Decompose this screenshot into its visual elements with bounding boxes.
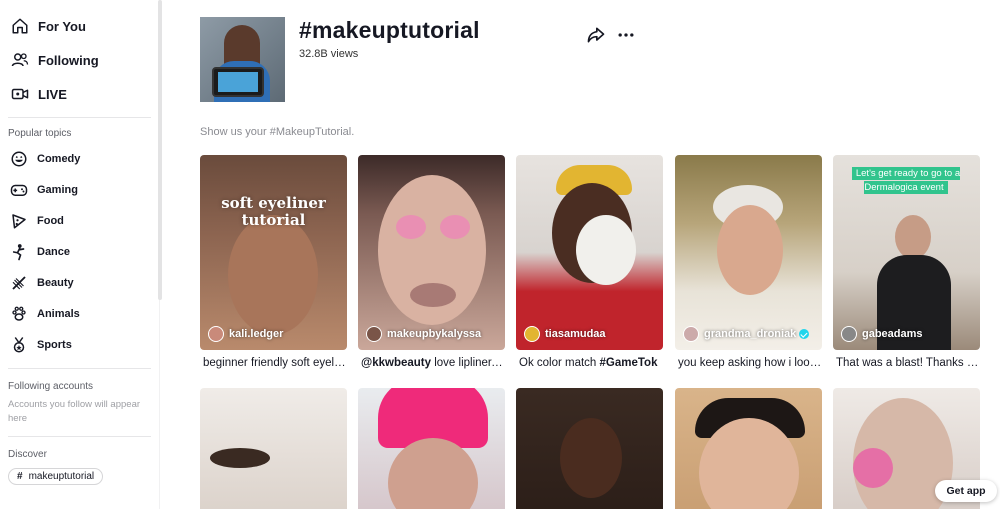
video-author: kali.ledger xyxy=(208,326,283,342)
page-title: #makeuptutorial xyxy=(299,17,480,43)
author-name: kali.ledger xyxy=(229,328,284,340)
video-card[interactable] xyxy=(516,388,663,509)
video-card[interactable] xyxy=(358,388,505,509)
video-card[interactable]: tiasamudaa Ok color match #GameTok xyxy=(516,155,663,369)
video-thumbnail[interactable] xyxy=(516,388,663,509)
more-options-icon[interactable] xyxy=(616,25,636,45)
verified-badge-icon xyxy=(799,329,810,339)
nav-for-you[interactable]: For You xyxy=(0,9,159,43)
dance-icon xyxy=(9,242,29,262)
popular-topics-title: Popular topics xyxy=(8,128,72,139)
nav-following[interactable]: Following xyxy=(0,43,159,77)
hashtag-cover-image xyxy=(200,17,285,102)
video-caption: you keep asking how i look so good xyxy=(678,357,822,369)
topic-label: Sports xyxy=(37,338,72,351)
topic-beauty[interactable]: Beauty xyxy=(0,267,159,298)
sidebar-scrollbar[interactable] xyxy=(158,0,162,300)
author-name: grandma_droniak xyxy=(704,328,797,340)
nav-live[interactable]: LIVE xyxy=(0,77,159,111)
food-icon xyxy=(9,211,29,231)
nav-label: LIVE xyxy=(38,86,67,102)
sidebar: For You Following LIVE Popular topics Co… xyxy=(0,0,160,509)
video-thumbnail[interactable] xyxy=(358,388,505,509)
avatar xyxy=(524,326,540,342)
avatar xyxy=(366,326,382,342)
video-card[interactable] xyxy=(675,388,822,509)
topic-label: Dance xyxy=(37,245,71,258)
video-thumbnail[interactable]: makeupbykalyssa xyxy=(358,155,505,350)
topic-label: Animals xyxy=(37,307,80,320)
video-author: tiasamudaa xyxy=(524,326,606,342)
get-app-button[interactable]: Get app xyxy=(935,480,997,502)
avatar xyxy=(841,326,857,342)
view-count: 32.8B views xyxy=(299,48,359,60)
video-card[interactable] xyxy=(200,388,347,509)
video-thumbnail[interactable] xyxy=(675,388,822,509)
animals-icon xyxy=(9,304,29,324)
discover-tag-label: makeuptutorial xyxy=(28,471,95,482)
share-icon[interactable] xyxy=(586,25,606,45)
author-name: makeupbykalyssa xyxy=(387,328,482,340)
video-thumbnail[interactable]: soft eyeliner tutorial kali.ledger xyxy=(200,155,347,350)
live-icon xyxy=(10,84,30,104)
video-caption: Ok color match #GameTok xyxy=(519,357,658,369)
topic-food[interactable]: Food xyxy=(0,205,159,236)
topic-dance[interactable]: Dance xyxy=(0,236,159,267)
discover-tag-chip[interactable]: # makeuptutorial xyxy=(8,468,104,485)
topic-label: Gaming xyxy=(37,183,78,196)
hashtag-description: Show us your #MakeupTutorial. xyxy=(200,126,355,138)
video-card[interactable]: Let's get ready to go to a Dermalogica e… xyxy=(833,155,980,369)
topic-label: Food xyxy=(37,214,64,227)
gaming-icon xyxy=(9,180,29,200)
topic-label: Comedy xyxy=(37,152,81,165)
video-caption: @kkwbeauty love lipliner, lipstick xyxy=(361,357,505,369)
topic-animals[interactable]: Animals xyxy=(0,298,159,329)
divider xyxy=(8,436,151,437)
video-thumbnail[interactable]: Let's get ready to go to a Dermalogica e… xyxy=(833,155,980,350)
discover-title: Discover xyxy=(8,449,47,460)
video-author: makeupbykalyssa xyxy=(366,326,481,342)
author-name: gabeadams xyxy=(862,328,923,340)
divider xyxy=(8,368,151,369)
video-caption: beginner friendly soft eyeliner tutorial xyxy=(203,357,347,369)
home-icon xyxy=(10,16,30,36)
nav-label: For You xyxy=(38,18,86,34)
video-thumbnail[interactable]: grandma_droniak xyxy=(675,155,822,350)
topic-label: Beauty xyxy=(37,276,74,289)
hashtag-icon: # xyxy=(17,471,23,482)
beauty-icon xyxy=(9,273,29,293)
video-caption: That was a blast! Thanks for having me xyxy=(836,357,980,369)
video-author: gabeadams xyxy=(841,326,923,342)
video-card[interactable]: grandma_droniak you keep asking how i lo… xyxy=(675,155,822,369)
video-thumbnail[interactable] xyxy=(200,388,347,509)
topic-gaming[interactable]: Gaming xyxy=(0,174,159,205)
video-overlay-text: Let's get ready to go to a Dermalogica e… xyxy=(845,167,967,195)
following-empty-text: Accounts you follow will appear here xyxy=(8,399,141,424)
video-card[interactable]: makeupbykalyssa @kkwbeauty love lipliner… xyxy=(358,155,505,369)
following-accounts-title: Following accounts xyxy=(8,381,94,392)
topic-comedy[interactable]: Comedy xyxy=(0,143,159,174)
avatar xyxy=(208,326,224,342)
hashtag-header: #makeuptutorial 32.8B views xyxy=(200,17,660,103)
following-icon xyxy=(10,50,30,70)
comedy-icon xyxy=(9,149,29,169)
divider xyxy=(8,117,151,118)
video-overlay-text: soft eyeliner tutorial xyxy=(221,194,326,229)
sports-icon xyxy=(9,335,29,355)
nav-label: Following xyxy=(38,52,99,68)
video-author: grandma_droniak xyxy=(683,326,810,342)
video-thumbnail[interactable]: tiasamudaa xyxy=(516,155,663,350)
author-name: tiasamudaa xyxy=(545,328,606,340)
topic-sports[interactable]: Sports xyxy=(0,329,159,360)
video-card[interactable]: soft eyeliner tutorial kali.ledger begin… xyxy=(200,155,347,369)
